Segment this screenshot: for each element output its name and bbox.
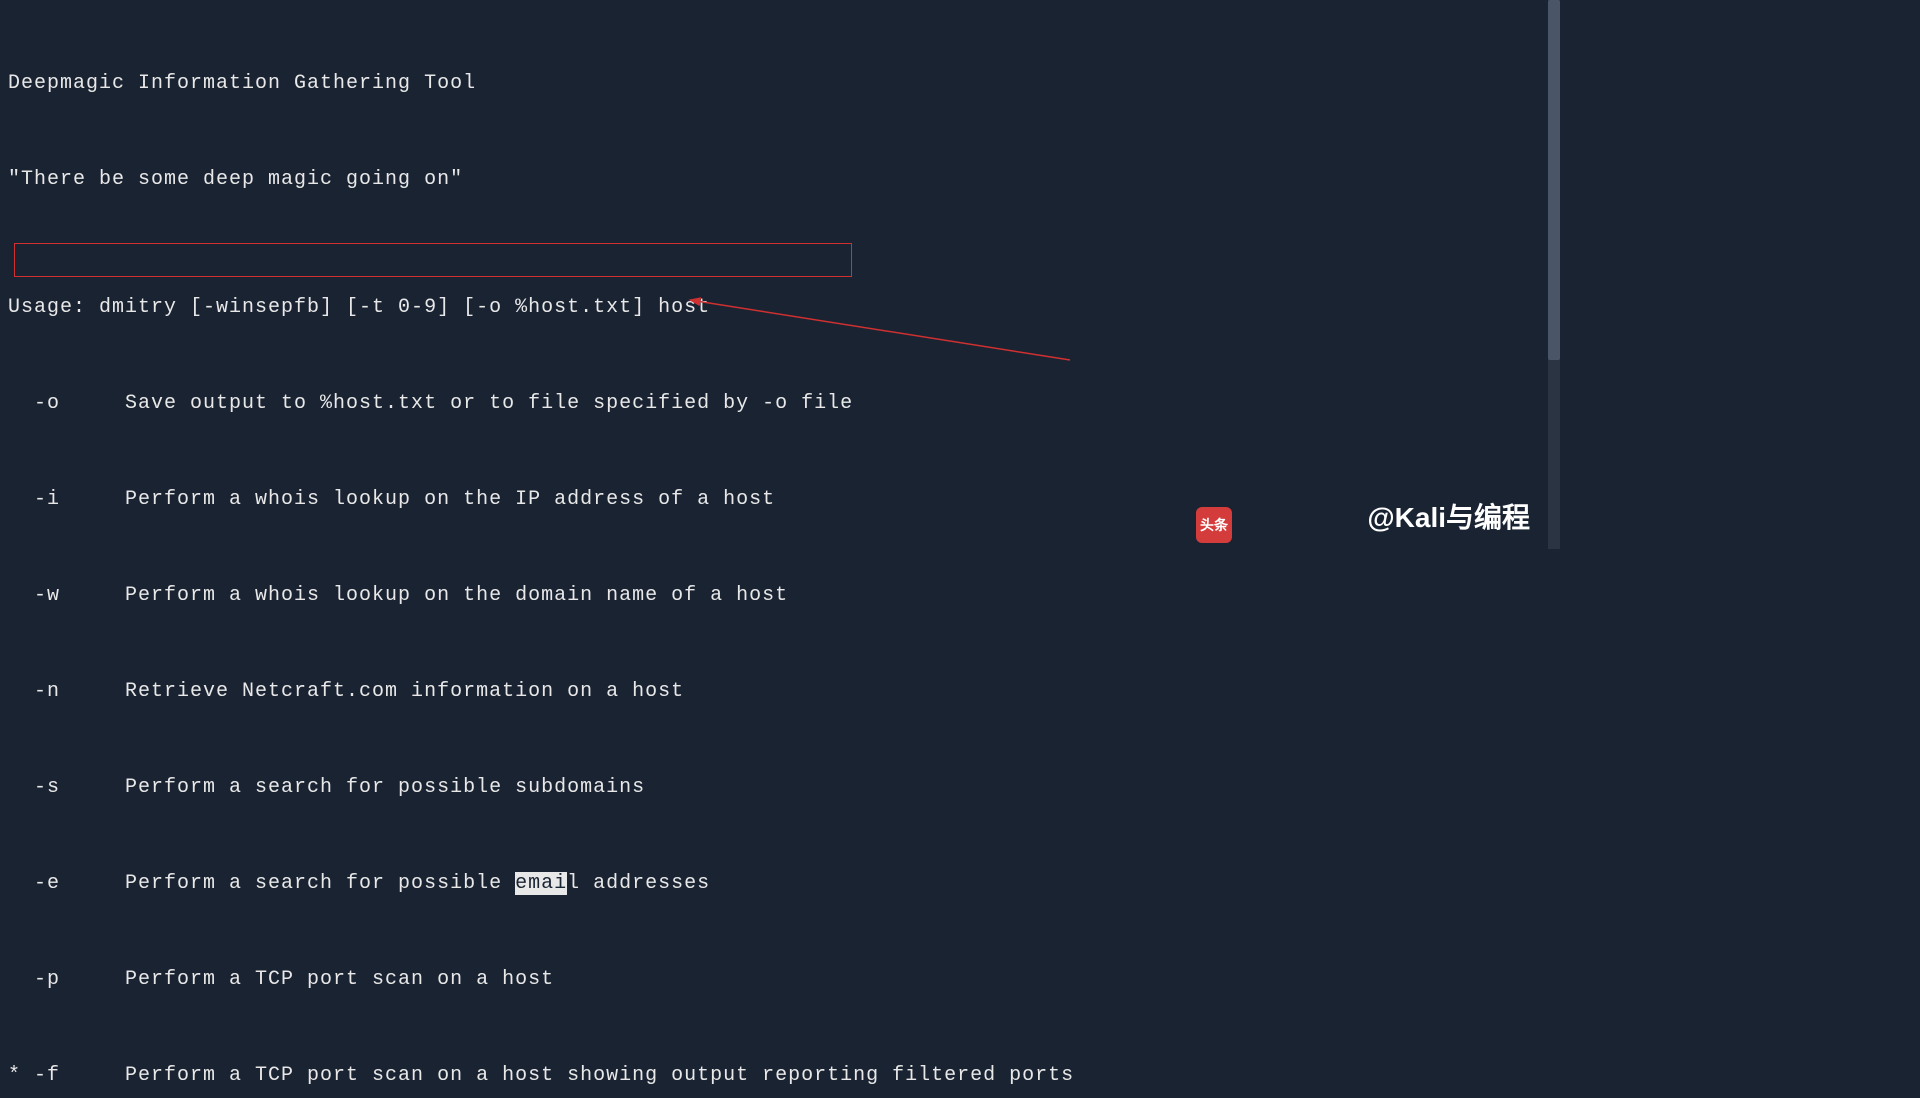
option-e: -e Perform a search for possible email a… (8, 868, 1552, 900)
header-line-2: "There be some deep magic going on" (8, 164, 1552, 196)
usage-line: Usage: dmitry [-winsepfb] [-t 0-9] [-o %… (8, 292, 1552, 324)
option-e-suffix: l addresses (567, 872, 710, 895)
watermark-logo-text: 头条 (1200, 514, 1228, 536)
scrollbar-track[interactable] (1548, 0, 1560, 549)
watermark-text: @Kali与编程 (1367, 496, 1530, 541)
header-line-1: Deepmagic Information Gathering Tool (8, 68, 1552, 100)
option-o: -o Save output to %host.txt or to file s… (8, 388, 1552, 420)
option-e-prefix: -e Perform a search for possible (8, 872, 515, 895)
option-e-highlight: emai (515, 872, 567, 895)
option-n: -n Retrieve Netcraft.com information on … (8, 676, 1552, 708)
terminal-output: Deepmagic Information Gathering Tool "Th… (8, 4, 1552, 1098)
option-i: -i Perform a whois lookup on the IP addr… (8, 484, 1552, 516)
watermark-logo-icon: 头条 (1196, 507, 1232, 543)
option-s: -s Perform a search for possible subdoma… (8, 772, 1552, 804)
option-f: * -f Perform a TCP port scan on a host s… (8, 1060, 1552, 1092)
option-w: -w Perform a whois lookup on the domain … (8, 580, 1552, 612)
option-p: -p Perform a TCP port scan on a host (8, 964, 1552, 996)
scrollbar-thumb[interactable] (1548, 0, 1560, 360)
